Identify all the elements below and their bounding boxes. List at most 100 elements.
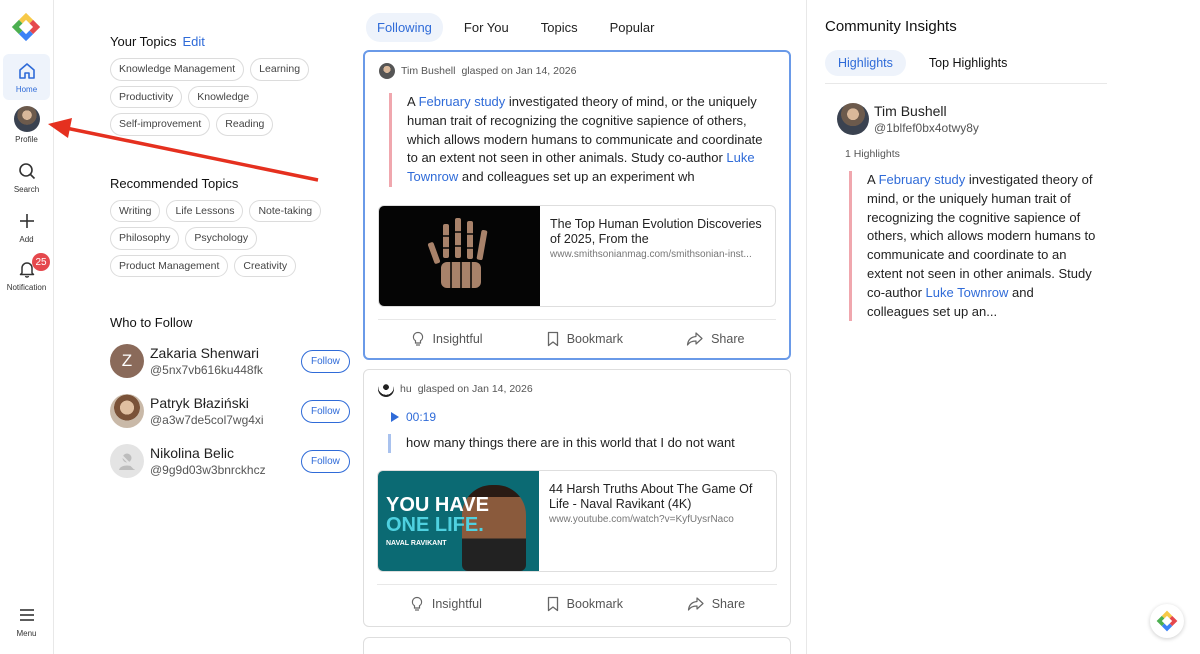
avatar	[837, 103, 869, 135]
who-to-follow-title: Who to Follow	[110, 315, 193, 330]
post-header: Tim Bushell glasped on Jan 14, 2026	[365, 52, 789, 79]
profile-avatar	[13, 106, 40, 132]
default-user-icon	[118, 452, 136, 470]
highlight-count: 1 Highlights	[845, 148, 900, 160]
share-label: Share	[711, 332, 745, 347]
topic-chip[interactable]: Learning	[250, 58, 310, 81]
tab-topics[interactable]: Topics	[530, 13, 589, 42]
nav-profile[interactable]: Profile	[3, 106, 50, 144]
user-handle: @1blfef0bx4otwy8y	[874, 121, 979, 135]
highlight-quote: how many things there are in this world …	[388, 434, 770, 453]
nav-home-label: Home	[15, 85, 38, 94]
nav-notification[interactable]: 25 Notification	[3, 253, 50, 292]
home-icon	[16, 60, 38, 82]
post-header: hu glasped on Jan 14, 2026	[364, 370, 790, 397]
quote-text: A	[407, 94, 419, 109]
left-column: Your Topics Edit Knowledge Management Le…	[110, 34, 350, 480]
thumbnail-caption: YOU HAVE ONE LIFE. NAVAL RAVIKANT	[386, 495, 489, 549]
recommended-chip[interactable]: Writing	[110, 199, 161, 222]
recommended-chip[interactable]: Note-taking	[249, 199, 322, 222]
quote-link[interactable]: February study	[419, 94, 506, 109]
tab-following[interactable]: Following	[366, 13, 443, 42]
avatar[interactable]	[378, 381, 394, 397]
share-icon	[686, 332, 703, 347]
user-handle: @5nx7vb616ku448fk	[150, 363, 263, 377]
user-name[interactable]: Zakaria Shenwari	[150, 345, 290, 361]
edit-topics-link[interactable]: Edit	[183, 34, 205, 49]
feed-post[interactable]: hu glasped on Jan 14, 2026 00:19 how man…	[363, 369, 791, 627]
link-title[interactable]: 44 Harsh Truths About The Game Of Life -…	[549, 482, 766, 512]
your-topics-chips: Knowledge Management Learning Productivi…	[110, 58, 350, 136]
glasp-logo-icon[interactable]	[11, 12, 41, 42]
follow-button[interactable]: Follow	[301, 399, 350, 423]
post-meta: glasped on Jan 14, 2026	[417, 383, 533, 395]
tab-highlights[interactable]: Highlights	[825, 50, 906, 76]
insightful-button[interactable]: Insightful	[410, 331, 483, 347]
nav-search[interactable]: Search	[3, 160, 50, 194]
avatar[interactable]	[110, 444, 144, 478]
link-url: www.smithsonianmag.com/smithsonian-inst.…	[550, 248, 752, 260]
insights-tabs: Highlights Top Highlights	[825, 50, 1107, 84]
recommended-chip[interactable]: Life Lessons	[166, 199, 244, 222]
topic-chip[interactable]: Knowledge	[188, 85, 259, 108]
nav-menu[interactable]: Menu	[3, 604, 50, 638]
avatar[interactable]: Z	[110, 344, 144, 378]
bookmark-button[interactable]: Bookmark	[546, 596, 623, 612]
feed-tabs: Following For You Topics Popular	[366, 13, 665, 42]
lightbulb-icon	[412, 332, 423, 347]
insight-user[interactable]: Tim Bushell @1blfef0bx4otwy8y	[837, 103, 979, 135]
bookmark-icon	[547, 597, 558, 612]
user-name[interactable]: Tim Bushell	[874, 103, 979, 119]
share-button[interactable]: Share	[686, 331, 744, 347]
post-actions: Insightful Bookmark Share	[377, 583, 777, 624]
bookmark-label: Bookmark	[566, 332, 623, 347]
avatar[interactable]	[110, 394, 144, 428]
follow-suggestion: Z Zakaria Shenwari @5nx7vb616ku448fk Fol…	[110, 342, 350, 380]
recommended-chip[interactable]: Creativity	[234, 254, 297, 277]
quote-text: investigated theory of mind, or the uniq…	[867, 172, 1096, 300]
thumbnail-name: NAVAL RAVIKANT	[386, 539, 447, 547]
notification-badge: 25	[32, 253, 50, 271]
feed-post[interactable]	[363, 637, 791, 654]
user-handle: @a3w7de5col7wg4xi	[150, 413, 264, 427]
topic-chip[interactable]: Productivity	[110, 85, 183, 108]
tab-top-highlights[interactable]: Top Highlights	[916, 50, 1021, 76]
highlight-quote[interactable]: A February study investigated theory of …	[849, 171, 1097, 322]
post-author[interactable]: hu	[400, 383, 412, 395]
avatar[interactable]	[379, 63, 395, 79]
user-name[interactable]: Nikolina Belic	[150, 445, 290, 461]
link-preview-card[interactable]: YOU HAVE ONE LIFE. NAVAL RAVIKANT 44 Har…	[377, 469, 777, 572]
video-thumbnail: YOU HAVE ONE LIFE. NAVAL RAVIKANT	[378, 470, 539, 571]
quote-link[interactable]: Luke Townrow	[926, 285, 1009, 300]
nav-search-label: Search	[13, 185, 40, 194]
nav-home[interactable]: Home	[3, 54, 50, 100]
tab-for-you[interactable]: For You	[453, 13, 520, 42]
follow-button[interactable]: Follow	[301, 349, 350, 373]
hand-fossil-thumbnail	[379, 205, 540, 306]
tab-popular[interactable]: Popular	[599, 13, 666, 42]
recommended-chip[interactable]: Psychology	[185, 227, 258, 250]
user-name[interactable]: Patryk Błaziński	[150, 395, 290, 411]
recommended-topics-title: Recommended Topics	[110, 175, 239, 191]
topic-chip[interactable]: Knowledge Management	[110, 58, 245, 81]
feed-post[interactable]: Tim Bushell glasped on Jan 14, 2026 A Fe…	[363, 50, 791, 360]
recommended-chip[interactable]: Product Management	[110, 254, 229, 277]
insightful-button[interactable]: Insightful	[409, 596, 482, 612]
follow-button[interactable]: Follow	[301, 449, 350, 473]
nav-add[interactable]: Add	[3, 210, 50, 244]
glasp-floating-button[interactable]	[1150, 604, 1184, 638]
topic-chip[interactable]: Reading	[216, 113, 274, 136]
link-title[interactable]: The Top Human Evolution Discoveries of 2…	[550, 217, 766, 247]
link-preview-card[interactable]: The Top Human Evolution Discoveries of 2…	[378, 204, 776, 307]
follow-suggestion: Patryk Błaziński @a3w7de5col7wg4xi Follo…	[110, 392, 350, 430]
bookmark-button[interactable]: Bookmark	[546, 331, 623, 347]
lightbulb-icon	[411, 597, 423, 611]
post-author[interactable]: Tim Bushell	[401, 65, 455, 77]
recommended-chip[interactable]: Philosophy	[110, 227, 180, 250]
audio-time: 00:19	[406, 410, 437, 424]
audio-timestamp[interactable]: 00:19	[390, 410, 790, 424]
post-meta: glasped on Jan 14, 2026	[461, 65, 577, 77]
topic-chip[interactable]: Self-improvement	[110, 113, 211, 136]
share-button[interactable]: Share	[687, 596, 745, 612]
quote-link[interactable]: February study	[879, 172, 966, 187]
